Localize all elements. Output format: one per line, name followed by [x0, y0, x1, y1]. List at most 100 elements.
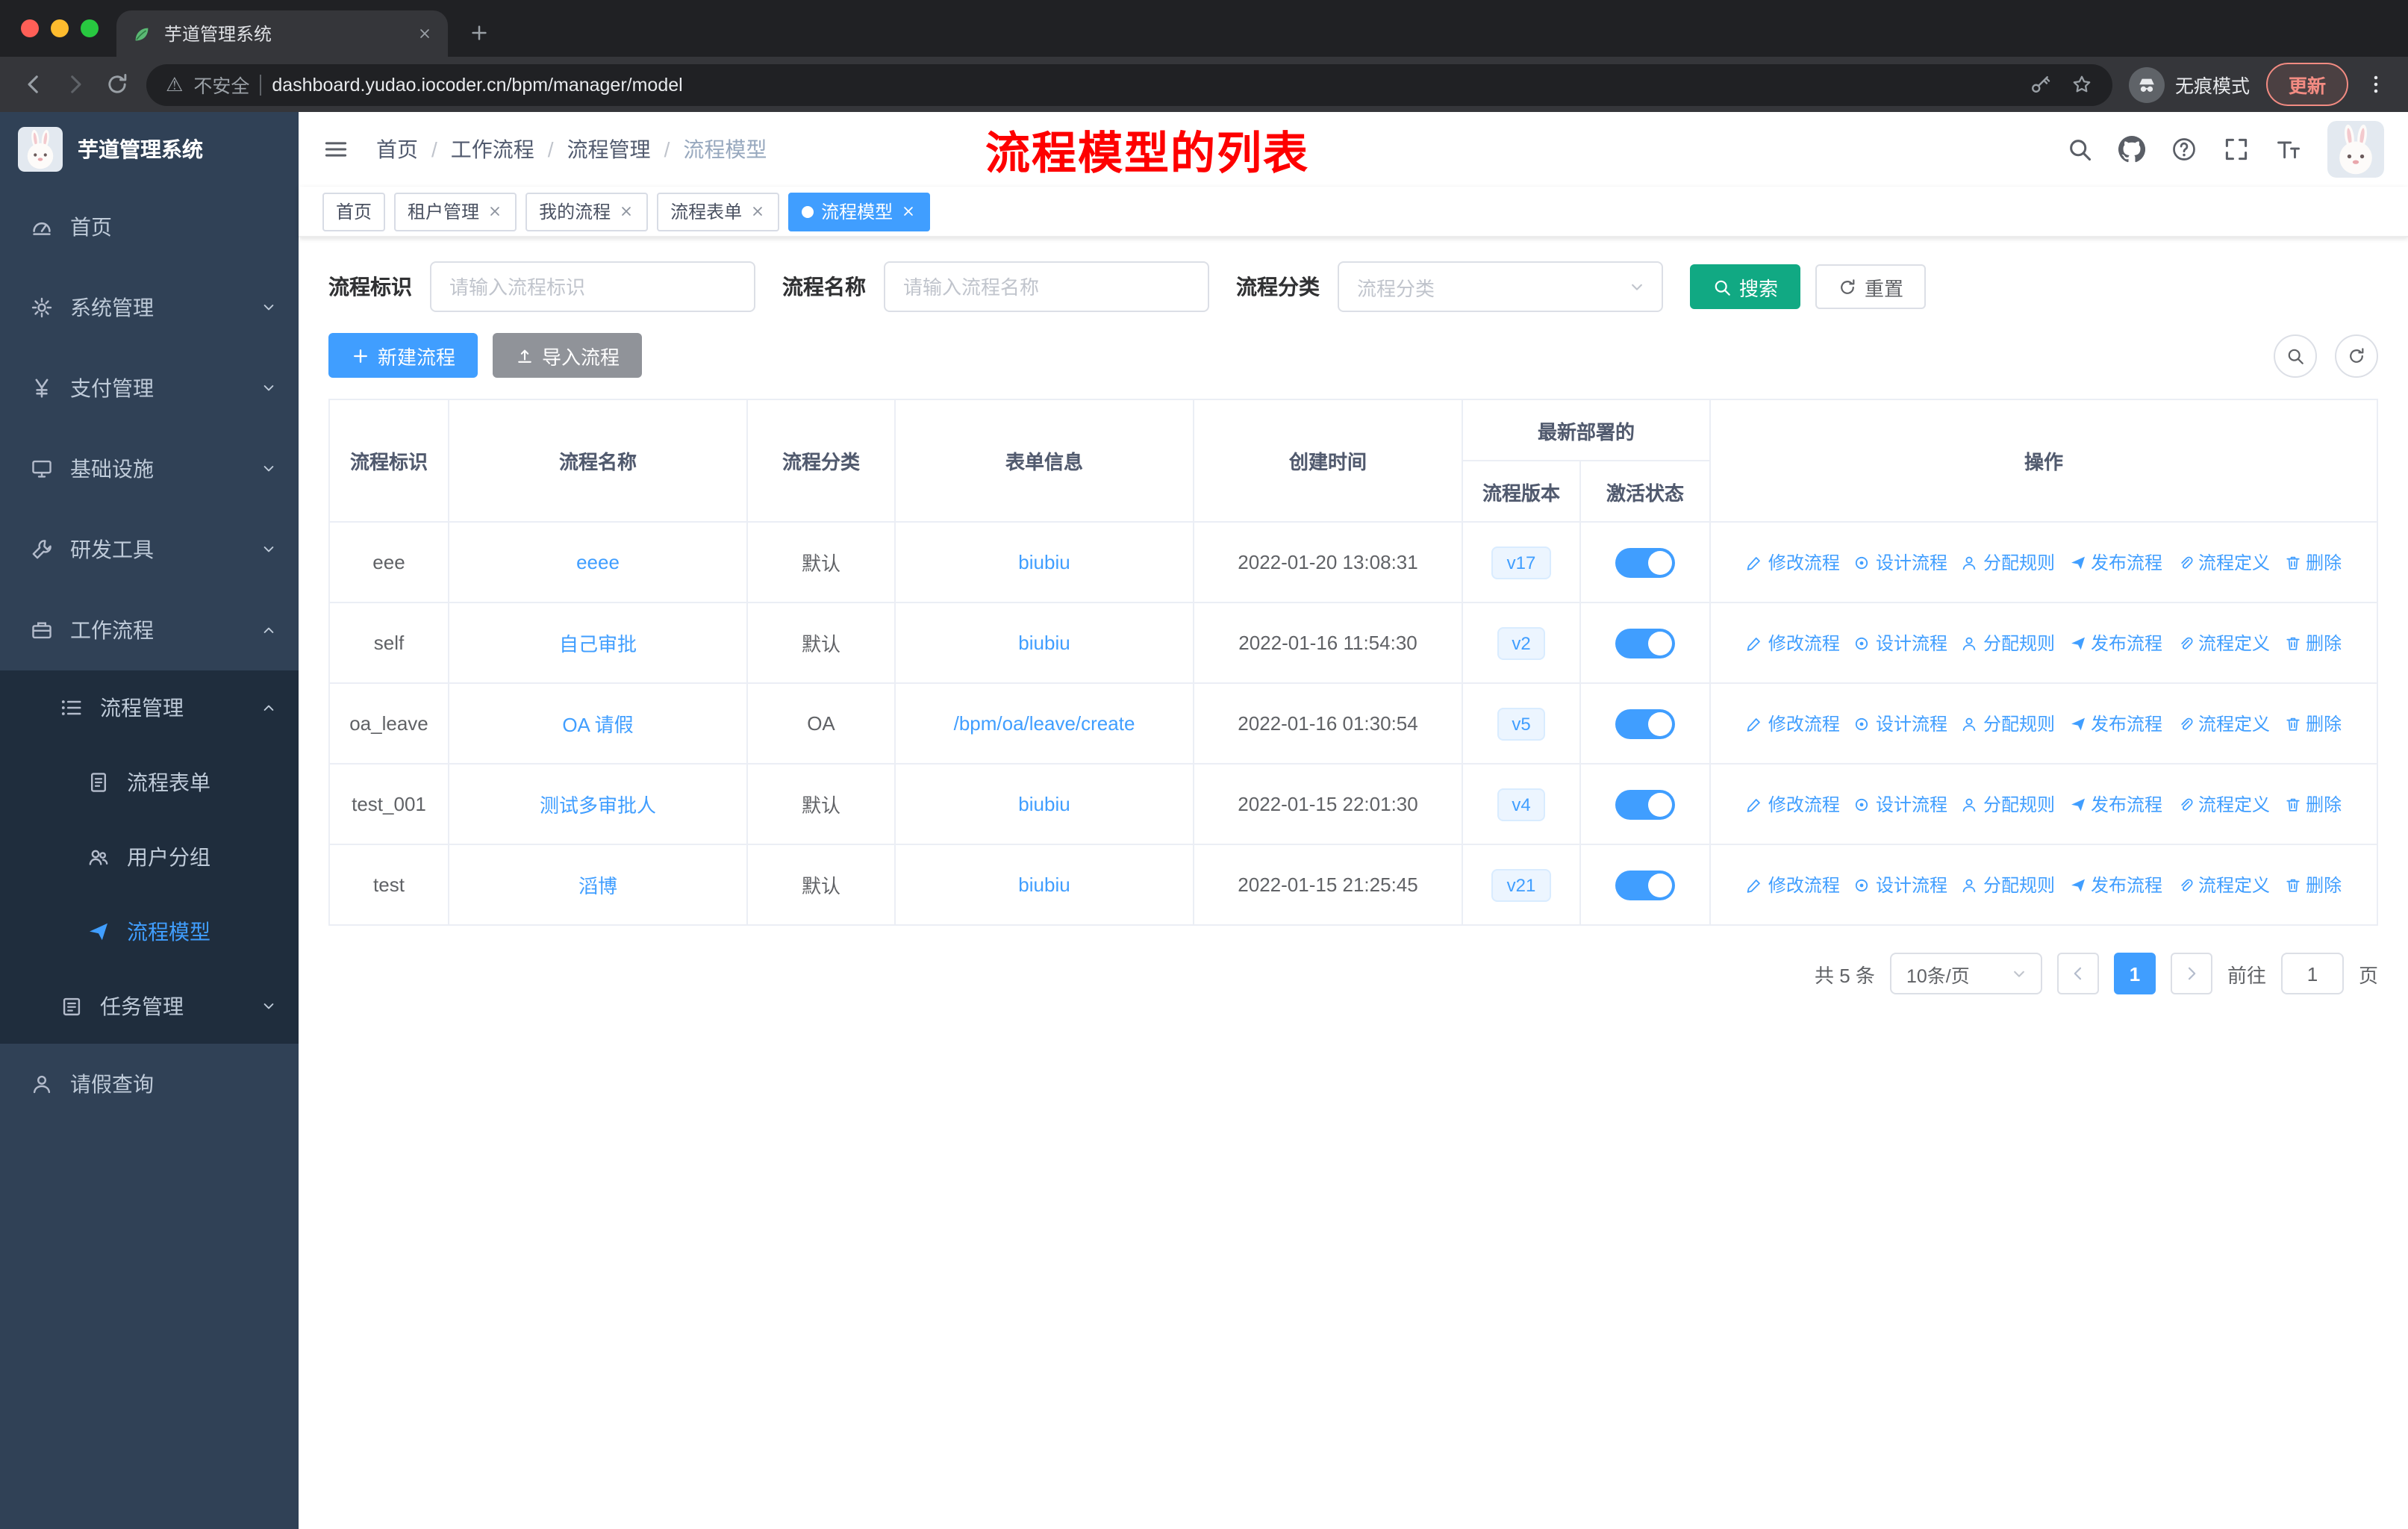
github-icon[interactable] [2118, 136, 2145, 163]
filter-key-input[interactable] [430, 261, 755, 312]
close-window-button[interactable] [21, 19, 39, 37]
user-avatar[interactable] [2327, 121, 2384, 178]
update-chrome-button[interactable]: 更新 [2265, 63, 2348, 106]
publish-process-link[interactable]: 发布流程 [2068, 711, 2162, 736]
tag-tenant-management[interactable]: 租户管理 [394, 192, 517, 231]
next-page-button[interactable] [2170, 953, 2212, 994]
active-toggle[interactable] [1615, 628, 1675, 658]
sidebar-item-devtools[interactable]: 研发工具 [0, 509, 299, 590]
close-tag-icon[interactable] [618, 203, 634, 219]
password-key-icon[interactable] [2029, 73, 2051, 96]
delete-link[interactable]: 删除 [2283, 549, 2342, 575]
design-process-link[interactable]: 设计流程 [1853, 630, 1947, 655]
breadcrumb-item-process-management[interactable]: 流程管理 [567, 134, 651, 164]
fullscreen-icon[interactable] [2223, 136, 2250, 163]
process-definition-link[interactable]: 流程定义 [2176, 872, 2270, 897]
sidebar-item-process-management[interactable]: 流程管理 [0, 670, 299, 745]
font-size-icon[interactable] [2275, 136, 2302, 163]
browser-menu-icon[interactable] [2365, 73, 2387, 96]
sidebar-item-workflow[interactable]: 工作流程 [0, 590, 299, 670]
reset-button[interactable]: 重置 [1815, 264, 1927, 309]
prev-page-button[interactable] [2056, 953, 2099, 994]
new-tab-icon[interactable] [469, 22, 490, 43]
publish-process-link[interactable]: 发布流程 [2068, 630, 2162, 655]
form-link[interactable]: /bpm/oa/leave/create [954, 712, 1135, 735]
sidebar-item-payment[interactable]: 支付管理 [0, 348, 299, 429]
process-definition-link[interactable]: 流程定义 [2176, 549, 2270, 575]
breadcrumb-item-workflow[interactable]: 工作流程 [451, 134, 534, 164]
assign-rule-link[interactable]: 分配规则 [1961, 549, 2055, 575]
process-definition-link[interactable]: 流程定义 [2176, 791, 2270, 817]
sidebar-item-task-management[interactable]: 任务管理 [0, 969, 299, 1044]
active-toggle[interactable] [1615, 709, 1675, 738]
sidebar-item-leave-query[interactable]: 请假查询 [0, 1044, 299, 1124]
sidebar-item-process-model[interactable]: 流程模型 [0, 894, 299, 969]
create-process-button[interactable]: 新建流程 [328, 333, 478, 378]
collapse-sidebar-icon[interactable] [322, 136, 349, 163]
sidebar-item-user-group[interactable]: 用户分组 [0, 820, 299, 894]
sidebar-item-home[interactable]: 首页 [0, 187, 299, 267]
filter-name-input[interactable] [884, 261, 1209, 312]
assign-rule-link[interactable]: 分配规则 [1961, 630, 2055, 655]
sidebar-item-infrastructure[interactable]: 基础设施 [0, 429, 299, 509]
import-process-button[interactable]: 导入流程 [493, 333, 643, 378]
assign-rule-link[interactable]: 分配规则 [1961, 791, 2055, 817]
reload-icon[interactable] [105, 72, 130, 97]
process-name-link[interactable]: 测试多审批人 [540, 794, 656, 817]
edit-process-link[interactable]: 修改流程 [1746, 791, 1840, 817]
close-tag-icon[interactable] [749, 203, 766, 219]
back-icon[interactable] [21, 72, 46, 97]
close-tab-icon[interactable] [417, 25, 433, 42]
close-tag-icon[interactable] [487, 203, 503, 219]
tag-home[interactable]: 首页 [322, 192, 386, 231]
close-tag-icon[interactable] [900, 203, 917, 219]
delete-link[interactable]: 删除 [2283, 630, 2342, 655]
edit-process-link[interactable]: 修改流程 [1746, 872, 1840, 897]
refresh-table-button[interactable] [2335, 334, 2378, 377]
tag-my-process[interactable]: 我的流程 [525, 192, 649, 231]
active-toggle[interactable] [1615, 789, 1675, 819]
publish-process-link[interactable]: 发布流程 [2068, 549, 2162, 575]
url-field[interactable]: ⚠ 不安全 dashboard.yudao.iocoder.cn/bpm/man… [146, 63, 2112, 105]
form-link[interactable]: biubiu [1018, 632, 1070, 654]
delete-link[interactable]: 删除 [2283, 791, 2342, 817]
design-process-link[interactable]: 设计流程 [1853, 791, 1947, 817]
process-definition-link[interactable]: 流程定义 [2176, 711, 2270, 736]
form-link[interactable]: biubiu [1018, 874, 1070, 896]
assign-rule-link[interactable]: 分配规则 [1961, 711, 2055, 736]
assign-rule-link[interactable]: 分配规则 [1961, 872, 2055, 897]
toggle-search-button[interactable] [2274, 334, 2317, 377]
tag-process-model[interactable]: 流程模型 [788, 192, 931, 231]
page-1-button[interactable]: 1 [2113, 953, 2156, 994]
search-icon[interactable] [2066, 136, 2093, 163]
design-process-link[interactable]: 设计流程 [1853, 872, 1947, 897]
edit-process-link[interactable]: 修改流程 [1746, 711, 1840, 736]
page-size-select[interactable]: 10条/页 [1889, 953, 2042, 994]
edit-process-link[interactable]: 修改流程 [1746, 549, 1840, 575]
sidebar-item-process-form[interactable]: 流程表单 [0, 745, 299, 820]
process-name-link[interactable]: eeee [576, 551, 620, 573]
form-link[interactable]: biubiu [1018, 551, 1070, 573]
design-process-link[interactable]: 设计流程 [1853, 549, 1947, 575]
help-icon[interactable] [2171, 136, 2198, 163]
process-name-link[interactable]: 自己审批 [559, 633, 637, 655]
form-link[interactable]: biubiu [1018, 793, 1070, 815]
active-toggle[interactable] [1615, 870, 1675, 900]
delete-link[interactable]: 删除 [2283, 872, 2342, 897]
process-name-link[interactable]: 滔博 [578, 875, 617, 897]
process-name-link[interactable]: OA 请假 [562, 714, 633, 736]
tag-process-form[interactable]: 流程表单 [657, 192, 780, 231]
publish-process-link[interactable]: 发布流程 [2068, 791, 2162, 817]
active-toggle[interactable] [1615, 547, 1675, 577]
edit-process-link[interactable]: 修改流程 [1746, 630, 1840, 655]
process-definition-link[interactable]: 流程定义 [2176, 630, 2270, 655]
minimize-window-button[interactable] [51, 19, 69, 37]
design-process-link[interactable]: 设计流程 [1853, 711, 1947, 736]
publish-process-link[interactable]: 发布流程 [2068, 872, 2162, 897]
breadcrumb-item-home[interactable]: 首页 [376, 134, 418, 164]
browser-tab[interactable]: 芋道管理系统 [116, 10, 448, 57]
bookmark-star-icon[interactable] [2071, 73, 2093, 96]
search-button[interactable]: 搜索 [1690, 264, 1801, 309]
zoom-window-button[interactable] [81, 19, 99, 37]
goto-page-input[interactable] [2280, 953, 2344, 994]
